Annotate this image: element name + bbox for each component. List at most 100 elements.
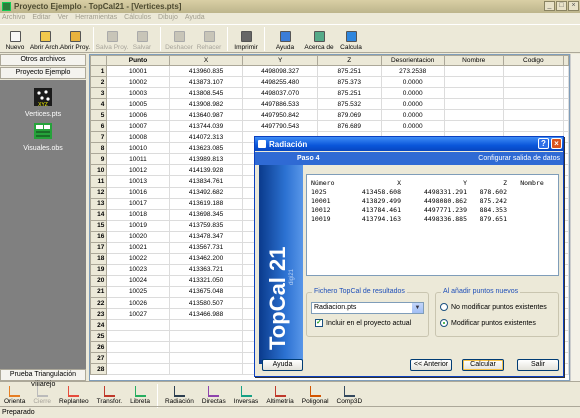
table-cell[interactable]: 413675.048: [168, 285, 244, 298]
table-cell[interactable]: 0.0000: [380, 120, 445, 133]
table-cell[interactable]: 413619.188: [168, 197, 244, 210]
table-cell[interactable]: [106, 341, 170, 354]
row-number[interactable]: 8: [90, 142, 108, 155]
row-number[interactable]: 27: [90, 352, 108, 365]
column-header[interactable]: Desorientacion: [380, 55, 445, 66]
row-number[interactable]: 4: [90, 98, 108, 111]
exit-button[interactable]: Salir: [517, 359, 559, 371]
toolbar-button-4[interactable]: Salvar: [127, 25, 157, 53]
calculate-button[interactable]: Calcular: [462, 359, 504, 371]
column-header[interactable]: Z: [316, 55, 382, 66]
calc-button-2[interactable]: Replanteo: [55, 382, 93, 406]
table-cell[interactable]: 0.0000: [380, 98, 445, 111]
list-item[interactable]: 1025 413458.608 4498331.291 878.602: [307, 188, 558, 197]
toolbar-button-8[interactable]: Ayuda: [268, 25, 302, 53]
table-cell[interactable]: [502, 64, 565, 78]
row-number[interactable]: 20: [90, 274, 108, 287]
table-cell[interactable]: 4497950.842: [242, 109, 318, 122]
menu-item-0[interactable]: Archivo: [2, 13, 25, 23]
table-cell[interactable]: [502, 98, 565, 111]
close-icon[interactable]: ×: [568, 1, 579, 11]
table-cell[interactable]: 10006: [106, 109, 170, 122]
column-header[interactable]: Y: [242, 55, 318, 66]
row-number[interactable]: 15: [90, 219, 108, 232]
menu-item-6[interactable]: Ayuda: [185, 13, 205, 23]
table-cell[interactable]: 4497790.543: [242, 120, 318, 133]
chevron-down-icon[interactable]: ▼: [412, 303, 423, 313]
list-item[interactable]: 10012 413784.461 4497771.239 884.353: [307, 206, 558, 215]
menu-item-4[interactable]: Cálculos: [124, 13, 151, 23]
row-number[interactable]: 9: [90, 153, 108, 166]
table-cell[interactable]: 413478.347: [168, 230, 244, 243]
table-cell[interactable]: 10021: [106, 241, 170, 254]
calc-button-3[interactable]: Transfor.: [93, 382, 126, 406]
table-cell[interactable]: 10003: [106, 87, 170, 100]
sidebar-item-vertices[interactable]: XYZ Vertices.pts: [10, 86, 76, 118]
row-number[interactable]: 1: [90, 64, 108, 78]
table-cell[interactable]: 10025: [106, 285, 170, 298]
table-cell[interactable]: 413989.813: [168, 153, 244, 166]
table-cell[interactable]: 413759.835: [168, 219, 244, 232]
toolbar-button-7[interactable]: Imprimir: [231, 25, 261, 53]
row-number[interactable]: 12: [90, 186, 108, 199]
calc-button-9[interactable]: Poligonal: [298, 382, 333, 406]
row-number[interactable]: 3: [90, 87, 108, 100]
table-cell[interactable]: [443, 109, 504, 122]
calc-button-1[interactable]: Cierre: [29, 382, 55, 406]
table-cell[interactable]: 4497886.533: [242, 98, 318, 111]
toolbar-button-10[interactable]: Calcula: [336, 25, 366, 53]
list-item[interactable]: 10019 413794.163 4498336.885 879.651: [307, 215, 558, 224]
table-cell[interactable]: 413698.345: [168, 208, 244, 221]
table-cell[interactable]: [502, 120, 565, 133]
row-number[interactable]: 2: [90, 76, 108, 89]
column-header[interactable]: Codigo: [502, 55, 565, 66]
row-number[interactable]: 22: [90, 296, 108, 310]
table-cell[interactable]: 413363.721: [168, 263, 244, 276]
table-cell[interactable]: 10024: [106, 274, 170, 287]
table-cell[interactable]: 10019: [106, 219, 170, 232]
table-cell[interactable]: 10026: [106, 296, 170, 310]
row-number[interactable]: 14: [90, 208, 108, 221]
menu-item-5[interactable]: Dibujo: [158, 13, 178, 23]
toolbar-button-6[interactable]: Rehacer: [194, 25, 224, 53]
dialog-close-icon[interactable]: ×: [551, 138, 562, 149]
table-cell[interactable]: 4498037.070: [242, 87, 318, 100]
row-number[interactable]: 23: [90, 308, 108, 321]
table-cell[interactable]: 4498098.327: [242, 64, 318, 78]
calc-button-5[interactable]: Radiación: [161, 382, 198, 406]
table-cell[interactable]: 413873.107: [168, 76, 244, 89]
grid-corner[interactable]: [90, 55, 108, 66]
calc-button-7[interactable]: Inversas: [230, 382, 263, 406]
table-cell[interactable]: 10002: [106, 76, 170, 89]
table-cell[interactable]: 10007: [106, 120, 170, 133]
row-number[interactable]: 19: [90, 263, 108, 276]
dialog-help-button[interactable]: Ayuda: [262, 359, 303, 371]
table-cell[interactable]: [106, 363, 170, 376]
row-number[interactable]: 16: [90, 230, 108, 243]
row-number[interactable]: 5: [90, 109, 108, 122]
include-project-checkbox[interactable]: ✓ Incluir en el proyecto actual: [315, 319, 411, 327]
table-cell[interactable]: 10012: [106, 164, 170, 177]
table-cell[interactable]: [168, 341, 244, 354]
table-cell[interactable]: [443, 64, 504, 78]
dialog-help-icon[interactable]: ?: [538, 138, 549, 149]
table-cell[interactable]: [168, 319, 244, 332]
table-cell[interactable]: 10001: [106, 64, 170, 78]
table-cell[interactable]: 10018: [106, 208, 170, 221]
table-cell[interactable]: 10023: [106, 263, 170, 276]
table-cell[interactable]: 875.251: [316, 87, 382, 100]
grid-scrollbar[interactable]: [570, 54, 580, 381]
table-cell[interactable]: 413908.982: [168, 98, 244, 111]
calc-button-10[interactable]: Comp3D: [333, 382, 367, 406]
table-cell[interactable]: [443, 87, 504, 100]
row-number[interactable]: 7: [90, 131, 108, 144]
project-tab[interactable]: Proyecto Ejemplo: [0, 67, 86, 79]
calc-button-4[interactable]: Libreta: [126, 382, 154, 406]
table-cell[interactable]: 413744.039: [168, 120, 244, 133]
row-number[interactable]: 17: [90, 241, 108, 254]
table-cell[interactable]: [168, 330, 244, 343]
table-cell[interactable]: 876.689: [316, 120, 382, 133]
table-cell[interactable]: 0.0000: [380, 87, 445, 100]
table-cell[interactable]: 413466.988: [168, 308, 244, 321]
menu-item-1[interactable]: Editar: [32, 13, 50, 23]
